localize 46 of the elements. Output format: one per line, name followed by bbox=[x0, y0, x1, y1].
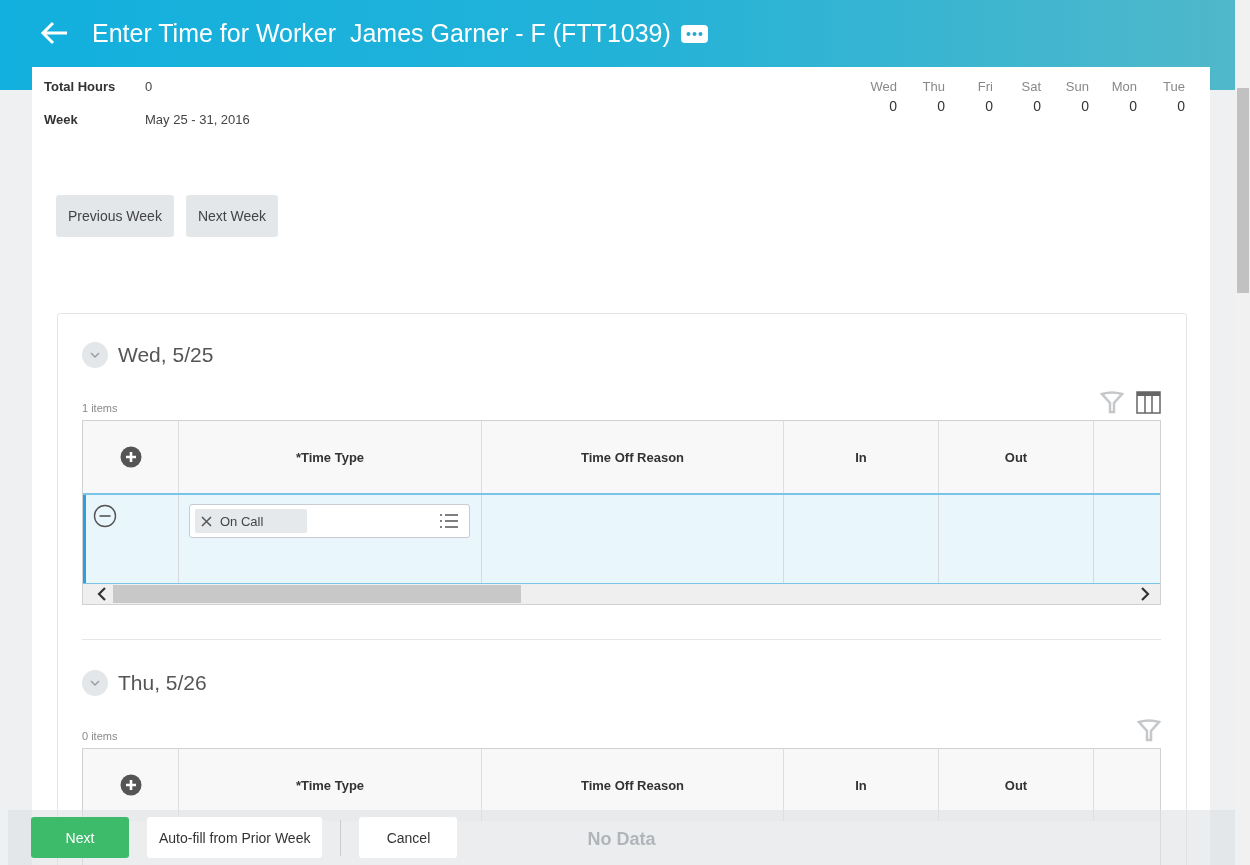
field-label: Week bbox=[44, 112, 79, 127]
table-row[interactable]: On Call bbox=[83, 493, 1160, 584]
page-title: Enter Time for Worker James Garner - F (FTT1039) bbox=[92, 18, 671, 49]
item-count: 1 items bbox=[82, 402, 118, 414]
selected-value-tag: On Call bbox=[195, 509, 307, 533]
more-actions-icon[interactable] bbox=[680, 25, 708, 43]
weekday-label: Sat bbox=[1021, 79, 1041, 94]
week-nav-button[interactable]: Next Week bbox=[185, 195, 279, 237]
weekday-label: Tue bbox=[1163, 79, 1185, 94]
field-value: May 25 - 31, 2016 bbox=[145, 112, 250, 127]
day-hours: 0 bbox=[1177, 98, 1185, 114]
add-row-icon[interactable] bbox=[119, 774, 142, 796]
day-hours: 0 bbox=[985, 98, 993, 114]
day-hours: 0 bbox=[1081, 98, 1089, 114]
horizontal-scrollbar[interactable] bbox=[83, 584, 1160, 604]
weekday-label: Fri bbox=[977, 79, 993, 94]
field-label: Total Hours bbox=[44, 79, 117, 94]
day-hours: 0 bbox=[1033, 98, 1041, 114]
chevron-down-icon bbox=[90, 352, 100, 358]
day-heading: Thu, 5/26 bbox=[118, 671, 207, 695]
day-hours: 0 bbox=[1129, 98, 1137, 114]
day-heading: Wed, 5/25 bbox=[118, 343, 214, 367]
scroll-left-icon[interactable] bbox=[97, 587, 107, 601]
column-header: Out bbox=[939, 749, 1094, 821]
weekday-label: Mon bbox=[1111, 79, 1137, 94]
time-type-field[interactable]: On Call bbox=[189, 504, 470, 538]
remove-row-icon[interactable] bbox=[93, 504, 117, 528]
field-value: 0 bbox=[145, 79, 154, 94]
remove-icon[interactable] bbox=[201, 515, 212, 527]
week-nav-button[interactable]: Previous Week bbox=[56, 195, 174, 237]
column-header: In bbox=[784, 749, 939, 821]
day-hours: 0 bbox=[889, 98, 897, 114]
chevron-down-icon bbox=[90, 680, 100, 686]
scroll-right-icon[interactable] bbox=[1140, 587, 1150, 601]
weekday-label: Thu bbox=[922, 79, 945, 94]
weekday-label: Sun bbox=[1065, 79, 1089, 94]
weekday-label: Wed bbox=[870, 79, 897, 94]
columns-icon[interactable] bbox=[1136, 390, 1161, 414]
column-header: Time Off Reason bbox=[482, 749, 784, 821]
add-row-icon[interactable] bbox=[119, 446, 142, 468]
action-button[interactable]: Cancel bbox=[359, 817, 458, 858]
list-icon[interactable] bbox=[439, 513, 459, 529]
action-button[interactable]: Auto-fill from Prior Week bbox=[147, 817, 323, 858]
item-count: 0 items bbox=[82, 730, 118, 742]
empty-message: No Data bbox=[587, 829, 656, 850]
day-hours: 0 bbox=[937, 98, 945, 114]
